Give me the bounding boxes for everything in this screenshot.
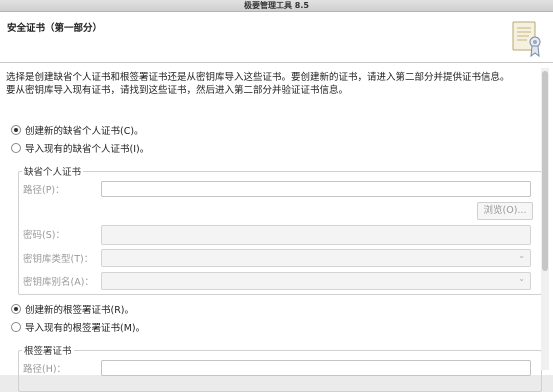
intro-line-1: 选择是创建缺省个人证书和根签署证书还是从密钥库导入这些证书。要创建新的证书，请进… xyxy=(6,72,510,83)
create-root-cert-radio[interactable]: 创建新的根签署证书(R)。 xyxy=(11,302,134,316)
password-label: 密码(S)： xyxy=(23,230,65,241)
keystore-type-select[interactable]: ⌄ xyxy=(101,249,531,267)
personal-cert-group-title: 缺省个人证书 xyxy=(22,164,84,178)
create-personal-cert-radio[interactable]: 创建新的缺省个人证书(C)。 xyxy=(11,123,144,137)
vertical-scrollbar[interactable] xyxy=(541,68,549,370)
certificate-wizard-icon xyxy=(512,21,541,58)
window-title-bar: 极要管理工具 8.5 xyxy=(0,0,553,12)
radio-unselected-icon[interactable] xyxy=(11,322,21,332)
keystore-alias-label: 密钥库别名(A)： xyxy=(23,277,94,288)
intro-line-2: 要从密钥库导入现有证书，请找到这些证书，然后进入第二部分并验证证书信息。 xyxy=(6,85,349,96)
wizard-content: 选择是创建缺省个人证书和根签署证书还是从密钥库导入这些证书。要创建新的证书，请进… xyxy=(0,63,553,392)
radio-selected-icon[interactable] xyxy=(11,125,21,135)
import-personal-cert-label: 导入现有的缺省个人证书(I)。 xyxy=(25,144,150,155)
password-field[interactable] xyxy=(101,225,531,245)
chevron-down-icon: ⌄ xyxy=(518,251,525,260)
browse-button[interactable]: 浏览(O)... xyxy=(477,202,533,220)
create-root-cert-label: 创建新的根签署证书(R)。 xyxy=(25,305,135,316)
radio-unselected-icon[interactable] xyxy=(11,143,21,153)
page-title: 安全证书（第一部分） xyxy=(7,23,103,34)
path-field[interactable] xyxy=(101,181,531,197)
root-cert-group-title: 根签署证书 xyxy=(22,343,74,357)
personal-cert-group: 缺省个人证书 路径(P)： 浏览(O)... 密码(S)： 密钥库类型(T)： … xyxy=(18,164,542,295)
root-path-field[interactable] xyxy=(101,360,531,376)
import-personal-cert-radio[interactable]: 导入现有的缺省个人证书(I)。 xyxy=(11,141,149,155)
root-cert-group: 根签署证书 路径(H)： xyxy=(18,343,542,392)
keystore-alias-select[interactable]: ⌄ xyxy=(101,272,531,290)
create-personal-cert-label: 创建新的缺省个人证书(C)。 xyxy=(25,126,144,137)
intro-text: 选择是创建缺省个人证书和根签署证书还是从密钥库导入这些证书。要创建新的证书，请进… xyxy=(6,71,536,97)
import-root-cert-radio[interactable]: 导入现有的根签署证书(M)。 xyxy=(11,320,145,334)
path-label: 路径(P)： xyxy=(23,185,65,196)
wizard-header: 安全证书（第一部分） xyxy=(0,12,553,63)
chevron-down-icon: ⌄ xyxy=(518,274,525,283)
root-path-label: 路径(H)： xyxy=(23,364,67,375)
window-title: 极要管理工具 8.5 xyxy=(244,1,309,10)
keystore-type-label: 密钥库类型(T)： xyxy=(23,254,94,265)
scrollbar-thumb[interactable] xyxy=(542,71,548,271)
import-root-cert-label: 导入现有的根签署证书(M)。 xyxy=(25,323,146,334)
radio-selected-icon[interactable] xyxy=(11,304,21,314)
